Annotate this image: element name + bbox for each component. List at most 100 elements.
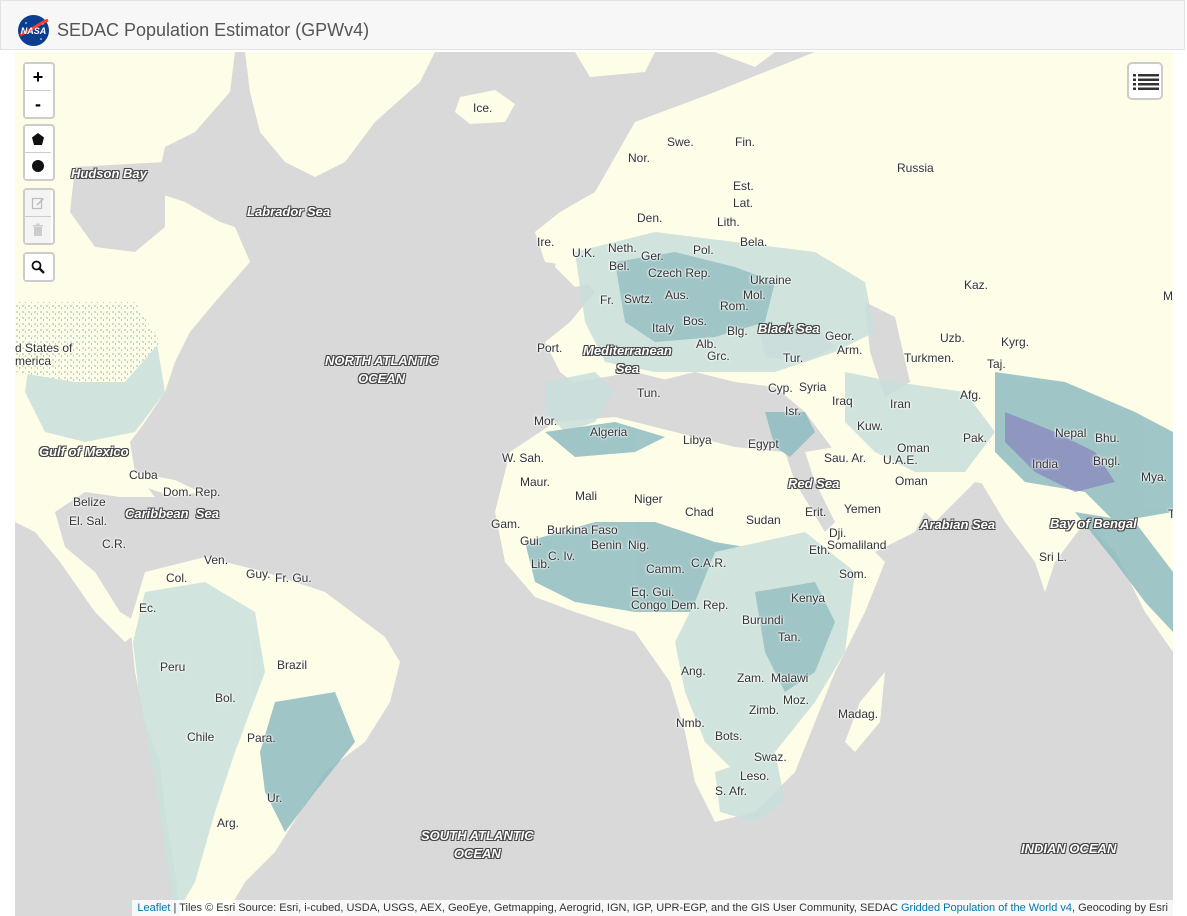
edit-control <box>23 188 55 245</box>
country-label-leso: Leso. <box>740 769 770 783</box>
country-label-swe: Swe. <box>667 135 694 149</box>
water-label-arabian: Arabian Sea <box>920 517 996 532</box>
country-label-rom: Rom. <box>720 299 749 313</box>
country-label-cyp: Cyp. <box>768 381 793 395</box>
country-label-uae: U.A.E. <box>883 453 918 467</box>
country-label-brazil: Brazil <box>277 658 308 672</box>
country-label-swtz: Swtz. <box>624 292 654 306</box>
country-label-iraq: Iraq <box>832 394 853 408</box>
layers-toggle-button[interactable] <box>1127 62 1163 100</box>
country-label-lib: Lib. <box>531 557 551 571</box>
edit-layers-button[interactable] <box>25 190 51 217</box>
country-label-isr: Isr. <box>785 404 802 418</box>
country-label-burkina: Burkina Faso <box>547 523 618 537</box>
leaflet-link[interactable]: Leaflet <box>137 902 170 914</box>
zoom-in-button[interactable]: + <box>25 64 51 91</box>
country-label-ger: Ger. <box>641 249 664 263</box>
search-button[interactable] <box>25 254 51 280</box>
country-label-zam: Zam. <box>737 671 765 685</box>
country-label-blg: Blg. <box>727 324 748 338</box>
country-label-mya: Mya. <box>1141 470 1168 484</box>
country-label-eth: Eth. <box>809 543 831 557</box>
country-label-frgu: Fr. Gu. <box>275 571 312 585</box>
country-label-car: C.A.R. <box>691 556 727 570</box>
app-title: SEDAC Population Estimator (GPWv4) <box>57 20 370 40</box>
delete-layers-button[interactable] <box>25 217 51 243</box>
country-label-demrep: Dem. Rep. <box>671 598 729 612</box>
country-label-sudan: Sudan <box>746 513 781 527</box>
country-label-malawi: Malawi <box>771 671 809 685</box>
country-label-den: Den. <box>637 211 663 225</box>
country-label-cuba: Cuba <box>129 468 158 482</box>
zoom-out-button[interactable]: - <box>25 91 51 117</box>
country-label-bol: Bol. <box>215 691 236 705</box>
country-label-lith: Lith. <box>717 215 740 229</box>
water-label-northatl: NORTH ATLANTIC OCEAN <box>325 353 439 386</box>
country-label-bel: Bel. <box>609 259 630 273</box>
country-label-uk: U.K. <box>572 246 596 260</box>
country-label-cr: C.R. <box>102 537 126 551</box>
zoom-control: + - <box>23 62 55 119</box>
country-label-burundi: Burundi <box>742 613 784 627</box>
country-label-ven: Ven. <box>204 553 229 567</box>
country-label-bots: Bots. <box>715 729 743 743</box>
country-label-ang: Ang. <box>681 664 706 678</box>
draw-circle-button[interactable] <box>25 153 51 179</box>
nasa-logo-text: NASA <box>21 26 47 36</box>
country-label-col: Col. <box>166 571 188 585</box>
country-label-ec: Ec. <box>139 601 157 615</box>
country-label-nor: Nor. <box>628 151 651 165</box>
country-label-nmb: Nmb. <box>676 716 705 730</box>
water-label-southatl: SOUTH ATLANTIC OCEAN <box>421 828 534 861</box>
attribution-tiles: Tiles © Esri Source: Esri, i-cubed, USDA… <box>179 902 901 914</box>
layers-list-icon <box>1133 74 1159 90</box>
country-label-turkmen: Turkmen. <box>904 351 955 365</box>
navbar: NASA SEDAC Population Estimator (GPWv4) <box>0 0 1185 50</box>
country-label-usa: d States of merica <box>15 341 73 368</box>
country-label-belize: Belize <box>73 495 106 509</box>
country-label-yemen: Yemen <box>844 502 881 516</box>
country-label-aus: Aus. <box>665 288 690 302</box>
country-label-geor: Geor. <box>825 329 855 343</box>
country-label-pol: Pol. <box>693 243 714 257</box>
country-label-gam: Gam. <box>491 517 521 531</box>
country-label-mali: Mali <box>575 489 598 503</box>
trash-icon <box>33 223 43 236</box>
gpw-link[interactable]: Gridded Population of the World v4 <box>901 902 1072 914</box>
nasa-logo: NASA <box>18 15 49 46</box>
country-label-libya: Libya <box>683 433 712 447</box>
country-label-oman2: Oman <box>895 474 928 488</box>
country-label-arg: Arg. <box>217 816 240 830</box>
country-label-italy: Italy <box>652 321 675 335</box>
country-label-russia: Russia <box>897 161 934 175</box>
map-container[interactable]: + - Ice. Swe. Fin. Nor. Est. Lat. Russia… <box>15 52 1173 916</box>
country-label-kyrg: Kyrg. <box>1001 335 1030 349</box>
land-greenland <box>245 52 435 177</box>
country-label-neth: Neth. <box>608 241 637 255</box>
country-label-est: Est. <box>733 179 754 193</box>
country-label-tan: Tan. <box>778 630 801 644</box>
water-label-blacksea: Black Sea <box>758 321 820 336</box>
country-label-ukraine: Ukraine <box>750 273 792 287</box>
country-label-nepal: Nepal <box>1055 426 1087 440</box>
country-label-fin: Fin. <box>735 135 756 149</box>
country-label-bngl: Bngl. <box>1093 454 1121 468</box>
water-label-hudson: Hudson Bay <box>71 166 147 181</box>
country-label-madag: Madag. <box>838 707 879 721</box>
country-label-arm: Arm. <box>837 343 863 357</box>
country-label-zimb: Zimb. <box>749 703 779 717</box>
country-label-fr: Fr. <box>600 293 614 307</box>
country-label-chile: Chile <box>187 730 215 744</box>
country-label-domrep: Dom. Rep. <box>163 485 221 499</box>
country-label-uzb: Uzb. <box>940 331 965 345</box>
country-label-syria: Syria <box>799 380 827 394</box>
country-label-mo: Mo <box>1163 289 1173 303</box>
country-label-bela: Bela. <box>740 235 768 249</box>
country-label-srl: Sri L. <box>1039 550 1068 564</box>
country-label-lat: Lat. <box>733 196 754 210</box>
draw-polygon-button[interactable] <box>25 126 51 153</box>
edit-icon <box>31 197 45 210</box>
country-label-moz: Moz. <box>783 693 810 707</box>
water-label-gulfmex: Gulf of Mexico <box>39 444 129 459</box>
country-label-grc: Grc. <box>707 349 730 363</box>
